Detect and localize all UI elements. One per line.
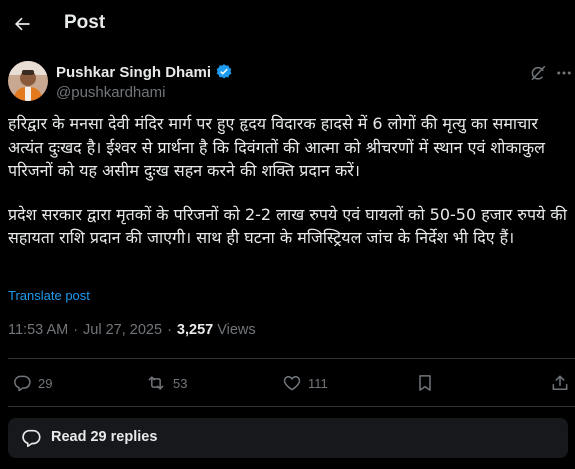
post-paragraph-1: हरिद्वार के मनसा देवी मंदिर मार्ग पर हुए…: [8, 114, 551, 180]
action-bar: 29 53 111: [8, 370, 575, 396]
author-name[interactable]: Pushkar Singh Dhami: [56, 64, 211, 81]
divider-bottom: [8, 406, 575, 407]
views-count: 3,257: [176, 322, 214, 338]
profile-photo-icon: [8, 61, 48, 101]
verified-badge-icon: [216, 64, 232, 79]
top-bar: Post: [0, 0, 575, 48]
page-title: Post: [64, 12, 106, 33]
translate-post-link[interactable]: Translate post: [8, 288, 90, 303]
grok-button[interactable]: [528, 63, 548, 83]
avatar[interactable]: [8, 61, 48, 101]
share-icon: [552, 375, 568, 390]
read-replies-label: Read 29 replies: [51, 429, 158, 445]
reply-bubble-icon: [22, 429, 41, 448]
share-button[interactable]: [550, 370, 570, 396]
post-text: हरिद्वार के मनसा देवी मंदिर मार्ग पर हुए…: [8, 112, 573, 250]
post-time[interactable]: 11:53 AM: [8, 322, 68, 338]
author-handle[interactable]: @pushkardhami: [56, 84, 165, 101]
grok-icon: [531, 65, 546, 81]
like-button[interactable]: 111: [282, 370, 328, 396]
arrow-left-icon: [14, 17, 30, 31]
reply-icon: [14, 375, 31, 392]
repost-icon: [148, 376, 164, 390]
bookmark-icon: [419, 375, 431, 391]
post-meta: 11:53 AM · Jul 27, 2025 · 3,257 Views: [8, 322, 256, 338]
repost-count: 53: [173, 375, 188, 391]
heart-icon: [283, 376, 301, 391]
author-name-row: Pushkar Singh Dhami: [56, 63, 233, 81]
meta-separator: ·: [73, 322, 79, 338]
divider-top: [8, 358, 575, 359]
repost-button[interactable]: 53: [145, 370, 187, 396]
more-dots-icon: [557, 71, 571, 75]
meta-separator: ·: [167, 322, 172, 338]
more-options-button[interactable]: [553, 63, 575, 83]
post-date[interactable]: Jul 27, 2025: [83, 322, 162, 338]
back-button[interactable]: [8, 10, 36, 38]
like-count: 111: [308, 375, 328, 391]
reply-button[interactable]: 29: [12, 370, 52, 396]
views-label: Views: [217, 322, 256, 338]
post-paragraph-2: प्रदेश सरकार द्वारा मृतकों के परिजनों को…: [8, 204, 572, 248]
bookmark-button[interactable]: [415, 370, 435, 396]
reply-count: 29: [38, 375, 53, 391]
read-replies-button[interactable]: Read 29 replies: [8, 418, 568, 458]
